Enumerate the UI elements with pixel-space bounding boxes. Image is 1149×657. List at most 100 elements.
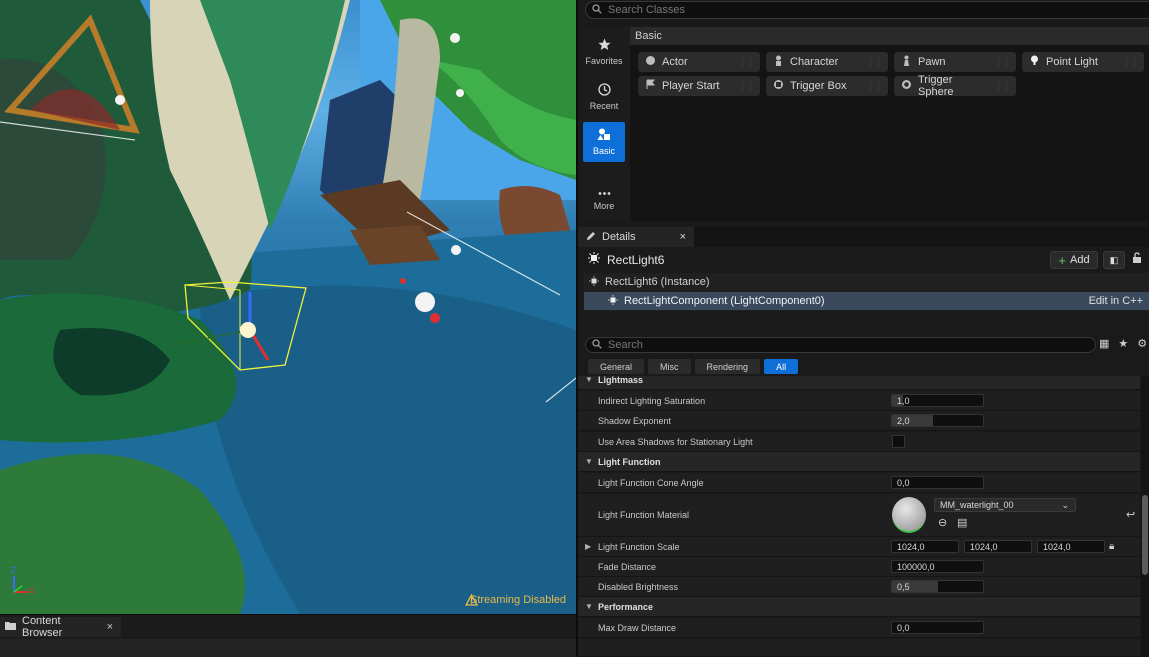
level-viewport[interactable]: X Z Streaming Disabled: [0, 0, 576, 614]
details-search-placeholder: Search: [608, 339, 643, 351]
field-value: 2,0: [897, 415, 910, 426]
tab-content-browser[interactable]: Content Browser ×: [0, 615, 121, 639]
add-label: Add: [1070, 254, 1090, 266]
clock-icon: [597, 83, 611, 98]
sidebar-item-basic[interactable]: Basic: [583, 122, 625, 162]
lock-icon[interactable]: 🔒︎: [1109, 541, 1114, 552]
property-label: Fade Distance: [598, 561, 657, 572]
property-label: Indirect Lighting Saturation: [598, 395, 706, 406]
reset-arrow-icon[interactable]: ↩: [1126, 508, 1135, 521]
class-point-light[interactable]: Point Light ⋮⋮: [1022, 52, 1144, 72]
property-label: Disabled Brightness: [598, 581, 679, 592]
component-row[interactable]: RectLightComponent (LightComponent0) Edi…: [584, 292, 1149, 310]
class-pawn[interactable]: Pawn ⋮⋮: [894, 52, 1016, 72]
sidebar-item-recent[interactable]: Recent: [583, 77, 625, 117]
details-tab-label: Details: [602, 231, 636, 243]
category-light-function[interactable]: ▼ Light Function: [578, 452, 1140, 472]
close-icon[interactable]: ×: [680, 231, 686, 243]
shadow-exponent-field[interactable]: 2,0: [891, 414, 984, 427]
sidebar-item-favorites[interactable]: Favorites: [583, 32, 625, 72]
cone-angle-field[interactable]: 0,0: [891, 476, 984, 489]
trigger-box-icon: [773, 79, 784, 93]
class-label: Point Light: [1046, 56, 1098, 68]
details-search-input[interactable]: Search: [585, 337, 1096, 353]
class-actor[interactable]: Actor ⋮⋮: [638, 52, 760, 72]
drag-handle-icon[interactable]: ⋮⋮: [866, 81, 883, 92]
drag-handle-icon[interactable]: ⋮⋮: [1122, 57, 1139, 68]
material-thumbnail[interactable]: [892, 497, 926, 533]
property-row: Max Draw Distance 0,0: [578, 618, 1140, 638]
browse-icon[interactable]: ▤: [957, 516, 967, 529]
sidebar-item-label: Favorites: [585, 56, 623, 66]
filter-misc[interactable]: Misc: [648, 359, 691, 374]
scale-z-field[interactable]: 1024,0: [1037, 540, 1105, 553]
instance-label: RectLight6 (Instance): [605, 276, 710, 288]
class-search-input[interactable]: Search Classes: [585, 1, 1149, 19]
category-performance[interactable]: ▼ Performance: [578, 597, 1140, 617]
drag-handle-icon[interactable]: ⋮⋮: [738, 57, 755, 68]
content-browser-tab-label: Content Browser: [22, 615, 63, 639]
filter-rendering[interactable]: Rendering: [694, 359, 761, 374]
category-lightmass[interactable]: ▼ Lightmass: [578, 376, 1140, 390]
filter-all[interactable]: All: [764, 359, 799, 374]
trigger-sphere-icon: [901, 79, 912, 93]
blueprint-button[interactable]: ◧: [1103, 251, 1125, 269]
place-actors-sidebar: Favorites Recent Basic More: [578, 27, 630, 221]
axis-x-label: X: [29, 587, 35, 596]
property-row: Shadow Exponent 2,0: [578, 411, 1140, 431]
add-component-button[interactable]: + Add: [1050, 251, 1098, 269]
chevron-right-icon[interactable]: ▶: [585, 542, 591, 551]
actor-icon: [645, 55, 656, 69]
sidebar-item-label: More: [593, 200, 615, 211]
scale-x-field[interactable]: 1024,0: [891, 540, 959, 553]
property-row: Use Area Shadows for Stationary Light: [578, 432, 1140, 452]
class-label: Character: [790, 56, 839, 68]
class-label: Pawn: [918, 56, 946, 68]
use-selected-icon[interactable]: ⊖: [938, 516, 947, 529]
rect-light-icon: [608, 294, 618, 308]
class-player-start[interactable]: Player Start ⋮⋮: [638, 76, 760, 96]
blueprint-icon: ◧: [1109, 254, 1119, 265]
streaming-status-label: Streaming Disabled: [470, 594, 566, 606]
field-value: 1024,0: [970, 541, 998, 552]
drag-handle-icon[interactable]: ⋮⋮: [738, 81, 755, 92]
scale-y-field[interactable]: 1024,0: [964, 540, 1032, 553]
gear-icon[interactable]: ⚙: [1137, 337, 1147, 350]
indirect-saturation-field[interactable]: 1,0: [891, 394, 984, 407]
category-label: Light Function: [598, 456, 661, 467]
field-value: 1024,0: [1043, 541, 1071, 552]
fade-distance-field[interactable]: 100000,0: [891, 560, 984, 573]
folder-icon: [5, 621, 16, 633]
class-trigger-box[interactable]: Trigger Box ⋮⋮: [766, 76, 888, 96]
property-label: Shadow Exponent: [598, 415, 672, 426]
drag-handle-icon[interactable]: ⋮⋮: [866, 57, 883, 68]
field-value: 0,0: [897, 477, 910, 488]
sidebar-item-label: Basic: [592, 146, 615, 156]
edit-in-cpp-link[interactable]: Edit in C++: [1089, 295, 1143, 307]
class-label: Trigger Sphere: [918, 74, 954, 98]
material-dropdown[interactable]: MM_waterlight_00 ⌄: [934, 498, 1076, 512]
details-view-options: ▦ ★ ⚙: [1099, 337, 1147, 350]
table-view-icon[interactable]: ▦: [1099, 337, 1109, 350]
star-icon: [597, 38, 611, 53]
filter-general[interactable]: General: [588, 359, 645, 374]
property-row: Light Function Cone Angle 0,0: [578, 473, 1140, 493]
class-character[interactable]: Character ⋮⋮: [766, 52, 888, 72]
instance-row[interactable]: RectLight6 (Instance): [584, 273, 1149, 291]
lock-icon[interactable]: [1132, 252, 1142, 266]
star-icon[interactable]: ★: [1118, 337, 1128, 350]
sidebar-item-more[interactable]: More: [583, 179, 625, 219]
area-shadows-checkbox[interactable]: [892, 435, 905, 448]
max-draw-distance-field[interactable]: 0,0: [891, 621, 984, 634]
content-browser-toolbar: [0, 639, 576, 657]
disabled-brightness-field[interactable]: 0,5: [891, 580, 984, 593]
details-filter-tabs: General Misc Rendering All: [588, 359, 799, 374]
details-scrollbar-thumb[interactable]: [1142, 495, 1148, 575]
class-trigger-sphere[interactable]: Trigger Sphere ⋮⋮: [894, 74, 1016, 98]
class-search-placeholder: Search Classes: [608, 4, 686, 16]
property-label: Light Function Material: [598, 510, 690, 520]
tab-details[interactable]: Details ×: [578, 227, 694, 247]
close-icon[interactable]: ×: [107, 621, 113, 633]
drag-handle-icon[interactable]: ⋮⋮: [994, 81, 1011, 92]
drag-handle-icon[interactable]: ⋮⋮: [994, 57, 1011, 68]
